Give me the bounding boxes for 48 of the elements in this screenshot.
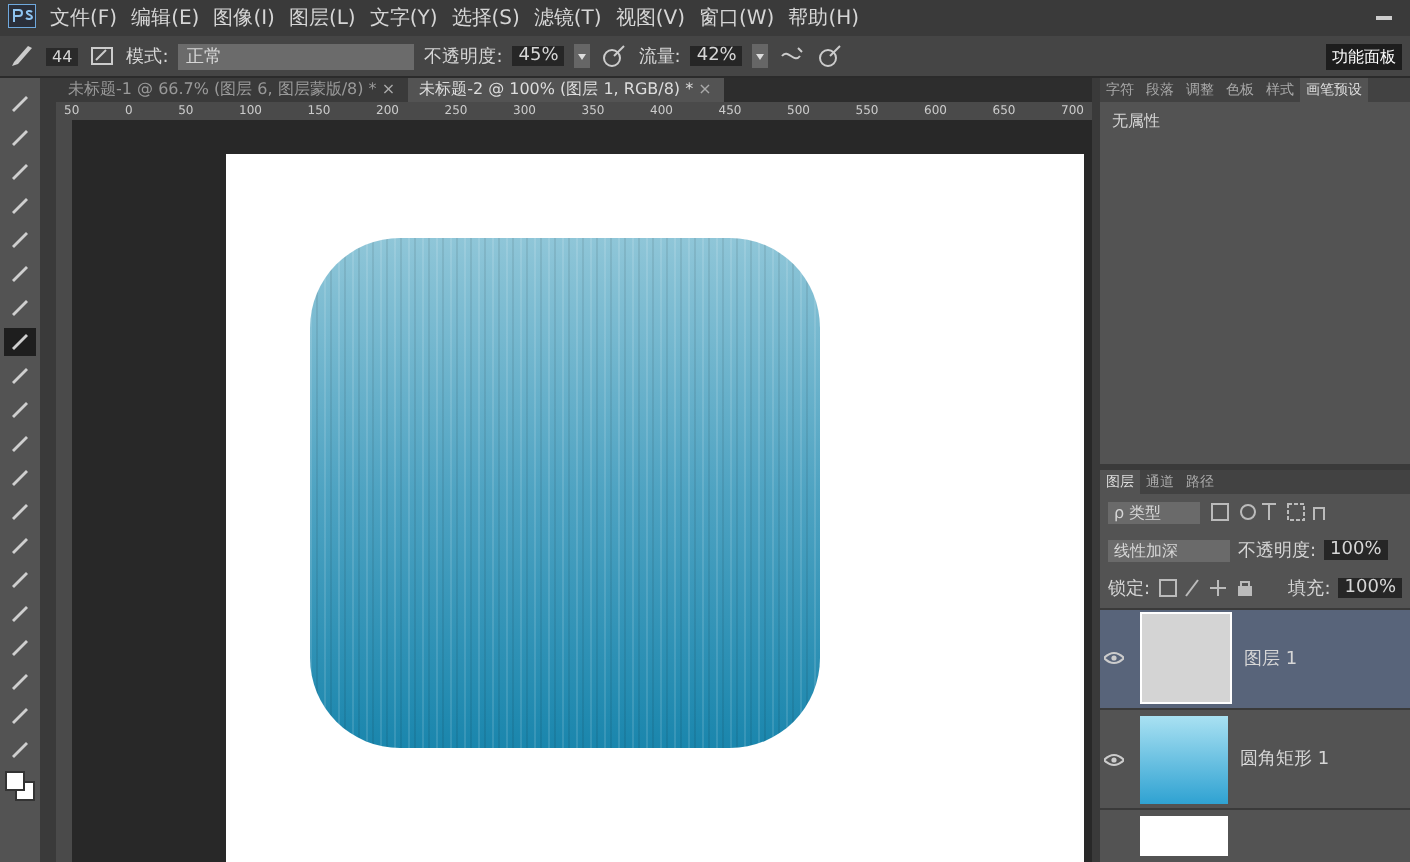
layer-opacity-field[interactable]: 100% [1324,540,1388,561]
opacity-label: 不透明度: [1238,539,1317,564]
pressure-pen-icon[interactable] [600,42,629,70]
fill-field[interactable]: 100% [1338,578,1402,599]
layer-row[interactable]: 图层 1 [1100,607,1410,708]
layer-name[interactable]: 圆角矩形 1 [1240,746,1330,773]
flow-label: 流量: [638,45,681,69]
brush-size-picker[interactable]: 44 [46,47,79,65]
document-tab[interactable]: 未标题-1 @ 66.7% (图层 6, 图层蒙版/8) * × [56,78,408,102]
color-swatches-icon[interactable] [4,770,36,802]
opacity-field[interactable]: 45% [512,46,565,66]
layer-thumbnail [1140,612,1232,705]
layer-row[interactable]: 圆角矩形 1 [1100,707,1410,809]
pressure-pen-icon[interactable] [816,42,845,70]
workspace-button[interactable]: 功能面板 [1326,43,1402,69]
menu-item[interactable]: 视图(V) [615,4,685,32]
menu-item[interactable]: 编辑(E) [131,4,200,32]
menu-item[interactable]: 图层(L) [288,4,356,32]
filter-icons-drawing[interactable] [1208,502,1328,523]
layer-name[interactable]: 图层 1 [1244,645,1298,672]
menu-item[interactable]: 帮助(H) [788,4,860,32]
brush-panel-icon[interactable] [88,42,117,70]
menu-item[interactable]: 图像(I) [213,4,275,32]
menu-item[interactable]: 窗口(W) [698,4,775,32]
close-tab-button[interactable]: × [381,80,396,98]
blend-mode-dropdown[interactable]: 线性加深 [1108,539,1230,562]
layer-thumbnail [1140,715,1228,804]
flow-field[interactable]: 42% [690,46,743,66]
mode-label: 模式: [126,45,169,69]
eye-icon[interactable] [1104,652,1124,665]
eye-icon[interactable] [1104,753,1124,766]
menu-item[interactable]: 选择(S) [451,4,520,32]
layer-filter-dropdown[interactable]: ρ 类型 [1108,501,1200,524]
opacity-label: 不透明度: [424,45,503,69]
menu-item[interactable]: 文字(Y) [369,4,438,32]
ps-logo-icon [8,3,36,27]
layer-row[interactable] [1100,808,1410,862]
fill-label: 填充: [1288,577,1331,602]
menu-item[interactable]: 滤镜(T) [533,4,602,32]
brush-icon[interactable] [8,42,36,70]
menu-item[interactable]: 文件(F) [50,4,118,32]
tool-icon[interactable] [4,328,36,356]
mode-dropdown[interactable]: 正常 [178,43,415,69]
lock-label: 锁定: [1108,577,1151,602]
document-tab[interactable]: 未标题-2 @ 100% (图层 1, RGB/8) * × [407,78,724,102]
properties-message: 无属性 [1112,112,1160,131]
layer-thumbnail [1140,816,1228,857]
close-tab-button[interactable]: × [698,80,712,98]
